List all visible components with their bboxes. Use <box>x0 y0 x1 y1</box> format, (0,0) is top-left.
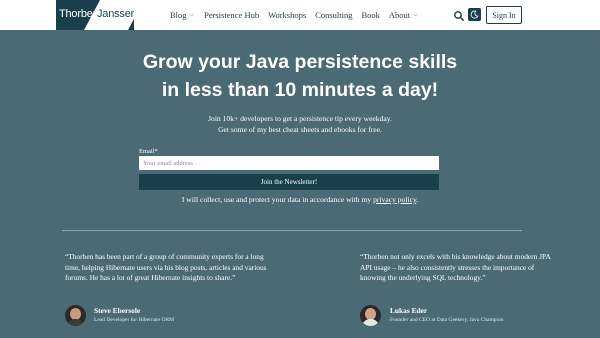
hero-subtext: Join 10k+ developers to get a persistenc… <box>0 113 600 135</box>
hero-headline: Grow your Java persistence skills in les… <box>0 48 600 104</box>
privacy-policy-link[interactable]: privacy policy <box>373 195 416 204</box>
privacy-text: I will collect, use and protect your dat… <box>181 195 374 204</box>
nav-label-persistence-hub: Persistence Hub <box>204 10 260 20</box>
nav-label-book: Book <box>361 10 380 20</box>
theme-toggle-button[interactable] <box>468 8 481 21</box>
testimonial-quote: “Thorben not only excels with his knowle… <box>360 252 551 283</box>
privacy-notice: I will collect, use and protect your dat… <box>0 195 600 204</box>
site-logo[interactable]: Thorben Janssen <box>56 0 134 30</box>
nav-item-workshops[interactable]: Workshops <box>268 10 306 20</box>
site-header: Thorben Janssen Blog ⌵ Persistence Hub W… <box>0 0 600 30</box>
testimonial-author-title: Lead Developer for Hibernate ORM <box>94 317 175 323</box>
avatar-body <box>362 319 379 326</box>
hero-subtext-line2: Get some of my best cheat sheets and ebo… <box>218 125 382 134</box>
hero-headline-line2: in less than 10 minutes a day! <box>161 79 439 101</box>
nav-item-book[interactable]: Book <box>361 10 379 20</box>
search-icon[interactable] <box>453 9 465 21</box>
testimonial-author-title: Founder and CEO at Data Geekery, Java Ch… <box>390 317 504 323</box>
main-nav: Blog ⌵ Persistence Hub Workshops Consult… <box>170 10 418 20</box>
required-marker: * <box>154 148 158 155</box>
hero-subtext-line1: Join 10k+ developers to get a persistenc… <box>208 114 392 123</box>
testimonial-quote: “Thorben has been part of a group of com… <box>65 252 267 283</box>
nav-item-persistence-hub[interactable]: Persistence Hub <box>204 10 259 20</box>
moon-icon <box>470 10 479 19</box>
nav-label-blog: Blog <box>170 10 187 20</box>
email-label-text: Email <box>139 148 155 155</box>
email-field[interactable] <box>139 156 439 170</box>
nav-label-consulting: Consulting <box>315 10 353 20</box>
logo-last-name: Janssen <box>97 8 134 20</box>
testimonial-author-name: Steve Ebersole <box>94 306 141 315</box>
join-newsletter-button[interactable]: Join the Newsletter! <box>139 174 439 190</box>
privacy-end: . <box>416 195 419 204</box>
sign-in-button[interactable]: Sign In <box>486 6 522 24</box>
nav-label-about: About <box>388 10 411 20</box>
email-label: Email* <box>139 148 158 155</box>
section-divider <box>62 230 522 231</box>
avatar-body <box>67 319 84 326</box>
nav-item-consulting[interactable]: Consulting <box>315 10 352 20</box>
hero-headline-line1: Grow your Java persistence skills <box>142 51 458 73</box>
chevron-down-icon: ⌵ <box>189 11 195 18</box>
avatar <box>65 305 86 326</box>
testimonial-author-name: Lukas Eder <box>390 306 428 315</box>
nav-item-blog[interactable]: Blog ⌵ <box>170 10 194 20</box>
chevron-down-icon: ⌵ <box>413 11 418 18</box>
nav-item-about[interactable]: About ⌵ <box>389 10 418 20</box>
nav-label-workshops: Workshops <box>268 10 307 20</box>
avatar <box>360 305 381 326</box>
logo-first-name: Thorben <box>59 8 99 20</box>
